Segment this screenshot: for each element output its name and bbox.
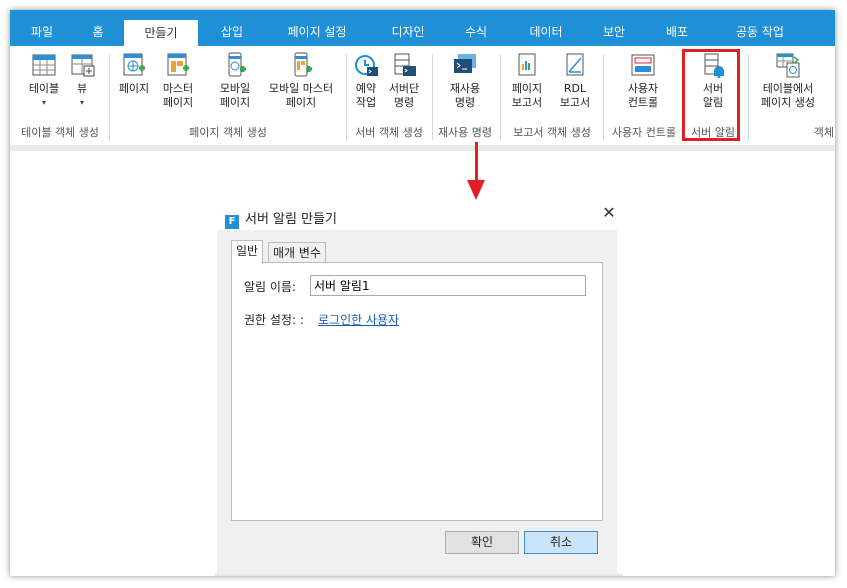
page-icon: [123, 53, 145, 76]
rdl-report-icon: [566, 53, 584, 76]
group-label-page-objects: 페이지 객체 생성: [189, 126, 267, 139]
arrow-down-icon: [467, 180, 485, 200]
mobile-master-page-label: 모바일 마스터 페이지: [268, 82, 334, 109]
scheduled-job-label: 예약 작업: [355, 82, 377, 109]
dialog-title: 서버 알림 만들기: [245, 212, 337, 227]
tab-general[interactable]: 일반: [231, 240, 264, 264]
app-logo-icon: F: [225, 215, 239, 229]
ribbon-footer: [10, 145, 835, 151]
table-icon: [32, 54, 56, 76]
page-from-table-label: 테이블에서 페이지 생성: [760, 82, 816, 109]
mobile-page-button[interactable]: 모바일 페이지: [213, 52, 257, 110]
user-control-icon: [631, 54, 655, 76]
group-separator: [500, 54, 501, 140]
server-command-label: 서버단 명령: [388, 82, 420, 109]
server-command-button[interactable]: 서버단 명령: [385, 52, 423, 110]
group-label-report-objects: 보고서 객체 생성: [513, 126, 591, 139]
group-label-reuse-command: 재사용 명령: [437, 126, 493, 139]
tab-insert[interactable]: 삽입: [208, 10, 256, 46]
reuse-command-label: 재사용 명령: [449, 82, 481, 109]
tab-parameters[interactable]: 매개 변수: [268, 242, 326, 263]
tab-page-setup[interactable]: 페이지 설정: [272, 10, 362, 46]
tab-deploy[interactable]: 배포: [653, 10, 701, 46]
ribbon-tab-bar: 파일 홈 만들기 삽입 페이지 설정 디자인 수식 데이터 보안 배포 공동 작…: [10, 10, 835, 46]
mobile-page-label: 모바일 페이지: [219, 82, 251, 109]
mobile-page-icon: [228, 52, 246, 77]
dialog-body: 일반 매개 변수 알림 이름: 권한 설정: : 로그인한 사용자 확인 취소: [217, 230, 617, 576]
rdl-report-button[interactable]: RDL 보고서: [554, 52, 596, 110]
mobile-master-page-icon: [294, 52, 312, 77]
user-control-button[interactable]: 사용자 컨트롤: [618, 52, 668, 110]
page-label: 페이지: [118, 82, 150, 95]
mobile-master-page-button[interactable]: 모바일 마스터 페이지: [261, 52, 341, 110]
group-label-table-objects: 테이블 객체 생성: [21, 126, 99, 139]
table-to-page-icon: [776, 53, 800, 78]
tab-home[interactable]: 홈: [74, 10, 122, 46]
tab-formula[interactable]: 수식: [452, 10, 500, 46]
tab-create[interactable]: 만들기: [124, 20, 198, 46]
rdl-report-label: RDL 보고서: [559, 82, 591, 109]
server-command-icon: [394, 53, 416, 76]
page-report-button[interactable]: 페이지 보고서: [506, 52, 548, 110]
group-separator: [748, 54, 749, 140]
arrow-shaft: [475, 142, 478, 182]
master-page-icon: [167, 53, 189, 76]
alarm-clock-icon: [355, 55, 378, 76]
view-button[interactable]: 뷰 ▾: [64, 52, 100, 110]
tab-file[interactable]: 파일: [18, 10, 66, 46]
table-label: 테이블: [28, 82, 60, 95]
reuse-command-button[interactable]: 재사용 명령: [440, 52, 490, 110]
view-icon: [71, 54, 95, 77]
alert-name-label: 알림 이름:: [244, 280, 297, 294]
page-button[interactable]: 페이지: [114, 52, 154, 96]
user-control-label: 사용자 컨트롤: [627, 82, 659, 109]
reuse-command-icon: [454, 54, 476, 73]
tab-collaboration[interactable]: 공동 작업: [722, 10, 798, 46]
master-page-label: 마스터 페이지: [162, 82, 194, 109]
chevron-down-icon: ▾: [79, 98, 84, 107]
ok-button[interactable]: 확인: [445, 531, 519, 554]
close-icon[interactable]: ✕: [600, 204, 618, 222]
master-page-button[interactable]: 마스터 페이지: [155, 52, 201, 110]
permission-link[interactable]: 로그인한 사용자: [318, 311, 399, 328]
cancel-button[interactable]: 취소: [524, 531, 598, 554]
group-label-objects-partial: 객체: [813, 126, 834, 139]
scheduled-job-button[interactable]: 예약 작업: [350, 52, 382, 110]
chevron-down-icon: ▾: [41, 98, 46, 107]
highlight-box: [682, 49, 740, 141]
page-from-table-button[interactable]: 테이블에서 페이지 생성: [750, 52, 826, 110]
dialog-bottom-edge: [215, 574, 623, 576]
create-server-alert-dialog: F 서버 알림 만들기 ✕ 일반 매개 변수 알림 이름: 권한 설정: : 로그…: [215, 200, 623, 576]
page-report-label: 페이지 보고서: [511, 82, 543, 109]
tab-design[interactable]: 디자인: [378, 10, 438, 46]
page-report-icon: [518, 53, 536, 76]
table-button[interactable]: 테이블 ▾: [22, 52, 66, 110]
group-label-server-objects: 서버 객체 생성: [355, 126, 423, 139]
app-window: 파일 홈 만들기 삽입 페이지 설정 디자인 수식 데이터 보안 배포 공동 작…: [10, 10, 835, 576]
view-label: 뷰: [76, 82, 88, 95]
tab-security[interactable]: 보안: [590, 10, 638, 46]
permission-label: 권한 설정: :: [244, 313, 304, 327]
general-tab-panel: 알림 이름: 권한 설정: : 로그인한 사용자: [231, 262, 603, 521]
tab-data[interactable]: 데이터: [516, 10, 576, 46]
alert-name-input[interactable]: [310, 275, 586, 296]
dialog-title-bar: F 서버 알림 만들기: [225, 208, 337, 229]
group-label-user-control: 사용자 컨트롤: [611, 126, 677, 139]
